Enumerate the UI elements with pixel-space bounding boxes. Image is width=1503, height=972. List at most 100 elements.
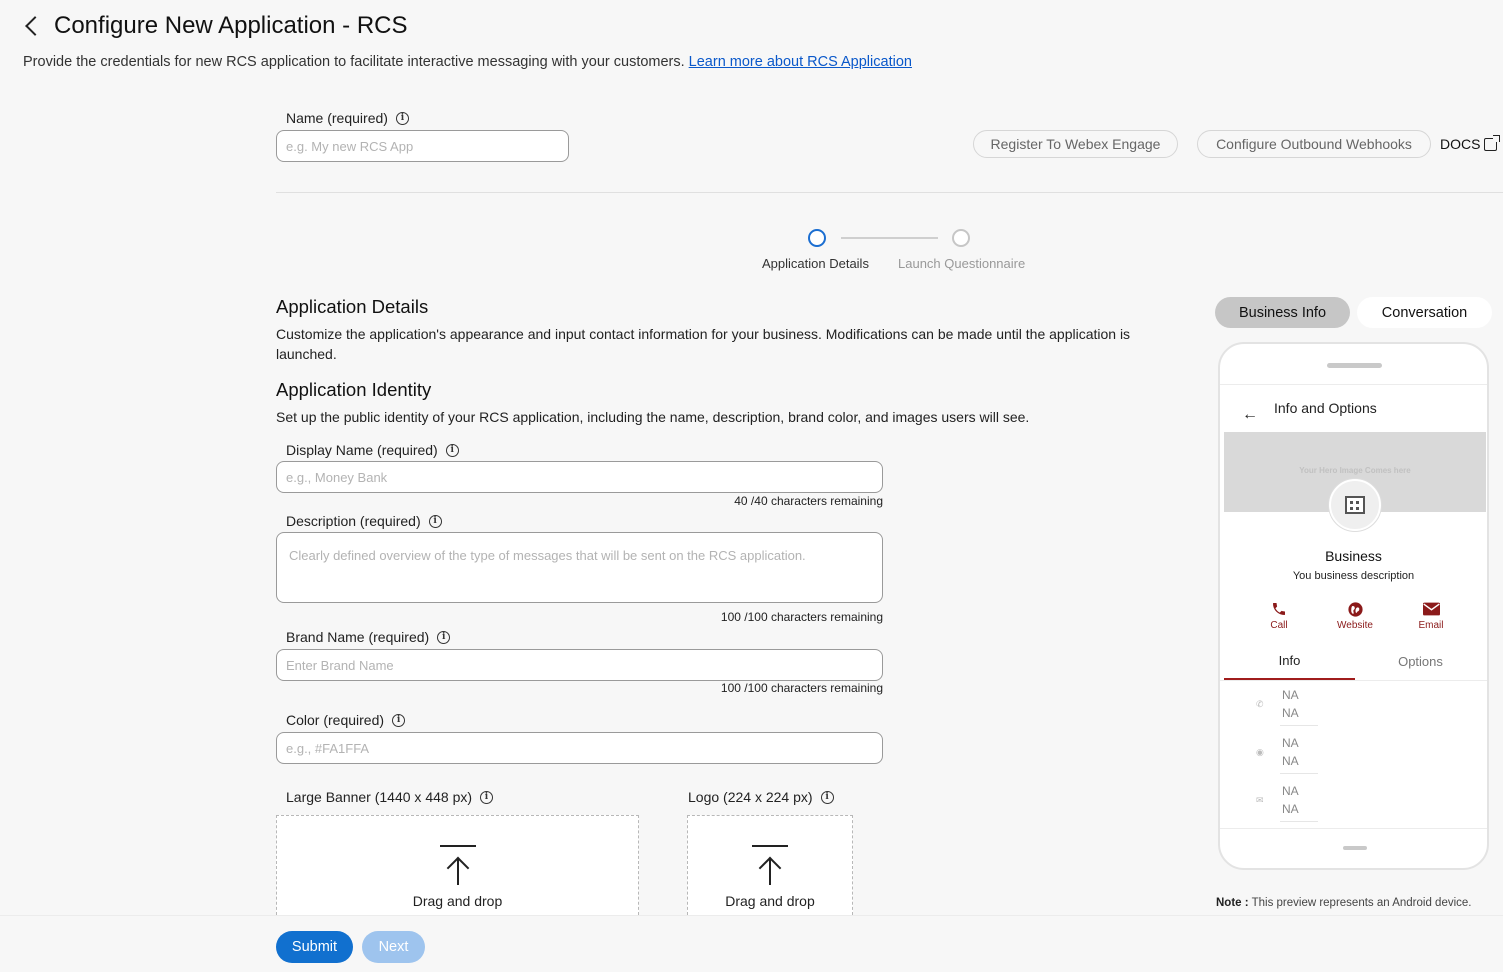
color-input[interactable]: e.g., #FA1FFA (276, 732, 883, 764)
description-label: Description (required) i (286, 513, 442, 529)
info-icon[interactable]: i (437, 630, 451, 644)
business-name: Business (1325, 548, 1382, 564)
contact-email-row: NA NA (1282, 782, 1299, 818)
color-label: Color (required) i (286, 712, 406, 728)
page-subtitle: Provide the credentials for new RCS appl… (23, 54, 912, 70)
contact-website-row: NA NA (1282, 734, 1299, 770)
description-counter: 100 /100 characters remaining (720, 610, 883, 624)
next-button[interactable]: Next (362, 931, 425, 963)
globe-icon: ◉ (1256, 747, 1264, 757)
application-details-desc: Customize the application's appearance a… (276, 326, 1131, 362)
row-line-1: NA (1282, 784, 1299, 798)
brand-name-label-text: Brand Name (required) (286, 629, 430, 645)
step-1-label: Application Details (762, 256, 869, 271)
logo-label-text: Logo (224 x 224 px) (688, 789, 813, 805)
color-label-text: Color (required) (286, 712, 385, 728)
mail-icon (1401, 600, 1461, 618)
application-identity-desc: Set up the public identity of your RCS a… (276, 409, 1030, 425)
learn-more-link[interactable]: Learn more about RCS Application (689, 54, 912, 70)
footer-bar (0, 915, 1503, 972)
row-line-2: NA (1282, 802, 1299, 816)
tab-info[interactable]: Info (1224, 642, 1355, 680)
business-avatar (1329, 479, 1381, 531)
configure-outbound-webhooks-button[interactable]: Configure Outbound Webhooks (1197, 130, 1431, 158)
back-arrow-icon[interactable]: ← (1242, 406, 1258, 424)
phone-divider (1220, 384, 1487, 385)
large-banner-dropzone[interactable]: Drag and drop (276, 815, 639, 915)
contact-phone-row: NA NA (1282, 686, 1299, 722)
docs-link[interactable]: DOCS (1440, 134, 1501, 152)
business-description: You business description (1292, 570, 1415, 582)
info-icon[interactable]: i (480, 790, 494, 804)
row-divider (1280, 725, 1318, 726)
brand-name-counter: 100 /100 characters remaining (720, 681, 883, 695)
email-label: Email (1418, 620, 1444, 631)
mail-icon: ✉ (1256, 795, 1264, 805)
application-identity-title: Application Identity (276, 379, 432, 400)
submit-button[interactable]: Submit (276, 931, 353, 963)
brand-name-label: Brand Name (required) i (286, 629, 451, 645)
website-action[interactable]: Website (1325, 600, 1385, 631)
call-action[interactable]: Call (1249, 600, 1309, 631)
phone-home-indicator (1343, 846, 1367, 850)
row-line-1: NA (1282, 688, 1299, 702)
subtitle-text: Provide the credentials for new RCS appl… (23, 54, 685, 70)
display-name-placeholder: e.g., Money Bank (286, 469, 388, 485)
name-label: Name (required) i (286, 110, 409, 126)
phone-icon (1249, 600, 1309, 618)
external-link-icon (1484, 134, 1501, 151)
info-icon[interactable]: i (392, 713, 406, 727)
display-name-input[interactable]: e.g., Money Bank (276, 461, 883, 493)
logo-dropzone[interactable]: Drag and drop (687, 815, 853, 915)
row-line-2: NA (1282, 754, 1299, 768)
phone-preview: ← Info and Options Your Hero Image Comes… (1218, 342, 1489, 870)
email-action[interactable]: Email (1401, 600, 1461, 631)
register-webex-engage-button[interactable]: Register To Webex Engage (973, 130, 1178, 158)
tab-options[interactable]: Options (1355, 642, 1486, 680)
upload-icon (752, 845, 788, 885)
upload-icon (440, 845, 476, 885)
info-icon[interactable]: i (395, 111, 409, 125)
step-2-indicator (952, 229, 970, 247)
info-icon[interactable]: i (428, 514, 442, 528)
preview-screen-title: Info and Options (1274, 400, 1377, 416)
row-divider (1280, 773, 1318, 774)
info-icon[interactable]: i (445, 443, 459, 457)
logo-drag-text: Drag and drop (725, 893, 815, 909)
call-label: Call (1270, 620, 1288, 631)
preview-note: Note : This preview represents an Androi… (1216, 897, 1472, 909)
display-name-label-text: Display Name (required) (286, 442, 438, 458)
info-icon[interactable]: i (820, 790, 834, 804)
globe-icon (1325, 600, 1385, 618)
note-text: This preview represents an Android devic… (1251, 897, 1472, 909)
page-title: Configure New Application - RCS (54, 12, 408, 39)
step-2-label: Launch Questionnaire (898, 256, 1026, 271)
phone-icon: ✆ (1256, 699, 1264, 709)
description-label-text: Description (required) (286, 513, 421, 529)
large-banner-label: Large Banner (1440 x 448 px) i (286, 789, 494, 805)
phone-speaker (1327, 363, 1382, 368)
website-label: Website (1337, 620, 1373, 631)
color-placeholder: e.g., #FA1FFA (286, 740, 370, 756)
large-banner-label-text: Large Banner (1440 x 448 px) (286, 789, 473, 805)
name-input[interactable]: e.g. My new RCS App (276, 130, 569, 162)
large-banner-drag-text: Drag and drop (412, 893, 503, 909)
brand-name-placeholder: Enter Brand Name (286, 657, 394, 673)
divider (276, 192, 1503, 193)
step-connector (841, 237, 938, 239)
page-header: Configure New Application - RCS (22, 12, 408, 40)
docs-text: DOCS (1440, 136, 1481, 152)
phone-bottom-divider (1220, 828, 1487, 829)
back-chevron-icon[interactable] (25, 16, 45, 36)
brand-name-input[interactable]: Enter Brand Name (276, 649, 883, 681)
business-info-toggle[interactable]: Business Info (1215, 297, 1350, 328)
name-label-text: Name (required) (286, 110, 388, 126)
conversation-toggle[interactable]: Conversation (1357, 297, 1492, 328)
note-label: Note : (1216, 897, 1249, 909)
row-divider (1280, 821, 1318, 822)
logo-label: Logo (224 x 224 px) i (688, 789, 834, 805)
hero-image-text: Your Hero Image Comes here (1299, 466, 1411, 475)
building-icon (1345, 496, 1365, 514)
description-textarea[interactable]: Clearly defined overview of the type of … (276, 532, 883, 603)
step-1-indicator (808, 229, 826, 247)
